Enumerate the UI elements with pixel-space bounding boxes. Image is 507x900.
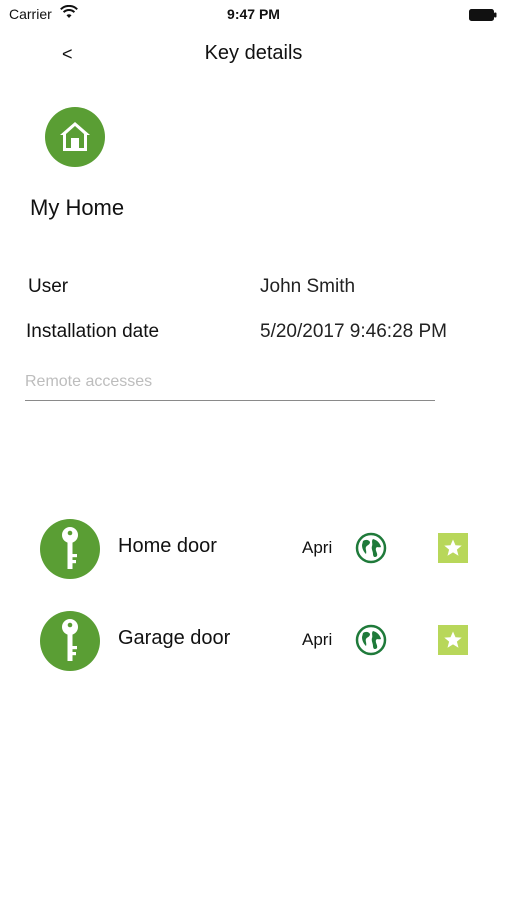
globe-icon[interactable] xyxy=(355,532,387,564)
list-item[interactable]: Home door Apri xyxy=(0,519,507,581)
page-title: Key details xyxy=(204,42,303,64)
key-icon xyxy=(62,619,78,661)
star-icon xyxy=(444,539,462,556)
clock: 9:47 PM xyxy=(227,6,280,22)
favorite-star-button[interactable] xyxy=(438,533,468,563)
home-name: My Home xyxy=(30,195,125,220)
battery-icon xyxy=(469,8,497,21)
key-avatar xyxy=(40,611,100,671)
status-bar: Carrier 9:47 PM xyxy=(0,0,507,28)
remote-accesses-field[interactable] xyxy=(25,370,435,401)
star-icon xyxy=(444,631,462,648)
favorite-star-button[interactable] xyxy=(438,625,468,655)
key-avatar xyxy=(40,519,100,579)
installation-date-value: 5/20/2017 9:46:28 PM xyxy=(260,321,447,342)
globe-icon[interactable] xyxy=(355,624,387,656)
key-date: Apri xyxy=(302,630,333,649)
key-details-screen: Carrier 9:47 PM < Key details My Home Us… xyxy=(0,0,507,900)
navigation-bar: < Key details xyxy=(0,30,507,76)
key-name: Home door xyxy=(118,535,217,557)
installation-date-label: Installation date xyxy=(26,321,160,342)
user-label: User xyxy=(28,276,69,297)
key-icon xyxy=(62,527,78,569)
home-avatar xyxy=(45,107,105,167)
key-name: Garage door xyxy=(118,627,231,649)
remote-accesses-input[interactable] xyxy=(25,370,435,394)
key-date: Apri xyxy=(302,538,333,557)
home-icon xyxy=(60,122,90,151)
list-item[interactable]: Garage door Apri xyxy=(0,611,507,673)
user-value: John Smith xyxy=(260,276,356,297)
